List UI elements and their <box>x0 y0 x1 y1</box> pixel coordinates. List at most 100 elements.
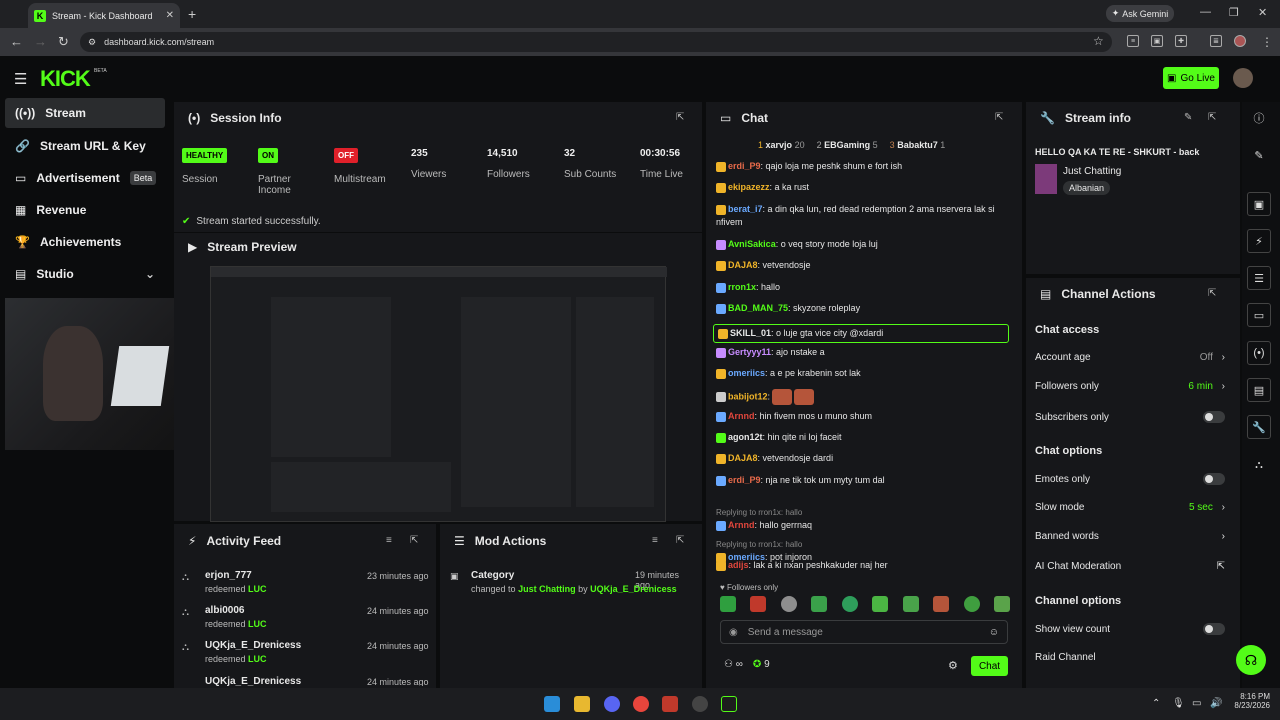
sidebar-item-advertisement[interactable]: ▭ Advertisement Beta <box>5 163 165 193</box>
sidebar-item-stream[interactable]: ((•)) Stream <box>5 98 165 128</box>
chat-username[interactable]: DAJA8 <box>728 260 758 270</box>
chat-username[interactable]: Gertyyy11 <box>728 347 771 357</box>
emote-icon[interactable] <box>902 596 919 612</box>
minimize-icon[interactable]: — <box>1200 6 1211 18</box>
sidebar-item-revenue[interactable]: ▦ Revenue <box>5 195 165 225</box>
emote-icon[interactable] <box>811 596 828 612</box>
chat-message[interactable]: omeriics: a e pe krabenin sot lak <box>716 367 1012 380</box>
chat-username[interactable]: SKILL_01 <box>730 328 771 338</box>
popout-icon[interactable]: ⇱ <box>995 112 1003 123</box>
chat-message[interactable]: erdi_P9: nja ne tik tok um myty tum dal <box>716 474 1012 487</box>
emotes-only-toggle[interactable] <box>1203 473 1225 485</box>
activity-icon[interactable]: ⛬ <box>1247 453 1271 477</box>
emote-icon[interactable] <box>780 596 797 612</box>
emote-icon[interactable] <box>933 596 950 612</box>
info-icon[interactable]: ⓘ <box>1247 106 1271 130</box>
list-icon[interactable]: ☰ <box>1247 266 1271 290</box>
show-view-count-toggle[interactable] <box>1203 623 1225 635</box>
extensions-puzzle-icon[interactable]: ✚ <box>1175 35 1187 47</box>
kick-logo[interactable]: KICK <box>40 66 91 92</box>
chat-message[interactable]: SKILL_01: o luje gta vice city @xdardi <box>713 324 1009 343</box>
chat-username[interactable]: omeriics <box>728 368 765 378</box>
chat-message[interactable]: adijs: lak a ki nxan peshkakuder naj her <box>716 559 1012 572</box>
emote-icon[interactable] <box>872 596 889 612</box>
chat-username[interactable]: BAD_MAN_75 <box>728 303 788 313</box>
followers-only-row[interactable]: Followers only 6 min › <box>1035 381 1225 392</box>
profile-icon[interactable] <box>1234 35 1246 47</box>
reload-icon[interactable]: ↻ <box>58 34 69 50</box>
chat-username[interactable]: adijs <box>728 560 749 570</box>
chat-gear-icon[interactable]: ⚙ <box>948 659 958 672</box>
file-explorer-icon[interactable] <box>574 696 590 712</box>
account-age-row[interactable]: Account age Off › <box>1035 352 1225 363</box>
banned-words-row[interactable]: Banned words › <box>1035 531 1225 542</box>
chat-username[interactable]: Arnnd <box>728 520 755 530</box>
network-icon[interactable]: ▭ <box>1192 698 1201 709</box>
wrench-icon[interactable]: 🔧 <box>1247 415 1271 439</box>
bookmark-star-icon[interactable]: ☆ <box>1093 34 1104 48</box>
app-icon[interactable] <box>662 696 678 712</box>
new-tab-icon[interactable]: + <box>188 6 196 22</box>
chat-message[interactable]: Arnnd: hin fivem mos u muno shum <box>716 410 1012 423</box>
site-info-icon[interactable]: ⚙ <box>88 37 96 48</box>
popout-icon[interactable]: ⇱ <box>1208 112 1216 123</box>
mic-icon[interactable]: 🎙 <box>1172 698 1185 709</box>
chat-message[interactable]: AvniSakica: o veq story mode loja luj <box>716 238 1012 251</box>
emoji-icon[interactable]: ☺ <box>989 627 999 638</box>
sidebar-item-studio[interactable]: ▤ Studio ⌄ <box>5 259 165 289</box>
filter-icon[interactable]: ≡ <box>386 535 392 546</box>
user-avatar[interactable] <box>1233 68 1253 88</box>
chrome-icon[interactable] <box>633 696 649 712</box>
hamburger-menu-icon[interactable]: ☰ <box>14 70 27 88</box>
ai-moderation-row[interactable]: AI Chat Moderation ⇱ <box>1035 561 1225 572</box>
tray-chevron-icon[interactable]: ⌃ <box>1152 698 1160 709</box>
emote-icon[interactable] <box>993 596 1010 612</box>
forward-icon[interactable]: → <box>34 34 47 49</box>
video-icon[interactable]: ▣ <box>1247 192 1271 216</box>
chat-settings-icon[interactable]: ◉ <box>729 627 738 638</box>
chat-icon[interactable]: ▭ <box>1247 303 1271 327</box>
browser-menu-icon[interactable]: ⋮ <box>1261 35 1273 49</box>
chat-message[interactable]: agon12t: hin qite ni loj faceit <box>716 431 1012 444</box>
chat-message[interactable]: DAJA8: vetvendosje dardi <box>716 452 1012 465</box>
chat-username[interactable]: ekipazezz <box>728 182 770 192</box>
raid-channel-row[interactable]: Raid Channel <box>1035 652 1225 663</box>
chat-username[interactable]: babijot12 <box>728 391 768 401</box>
shield-icon[interactable]: ▤ <box>1247 378 1271 402</box>
slow-mode-row[interactable]: Slow mode 5 sec › <box>1035 502 1225 513</box>
chat-username[interactable]: agon12t <box>728 432 763 442</box>
emote-icon[interactable] <box>750 596 767 612</box>
popout-icon[interactable]: ⇱ <box>410 535 418 546</box>
volume-icon[interactable]: 🔊 <box>1210 698 1222 709</box>
extension-icon[interactable]: ≡ <box>1127 35 1139 47</box>
media-controls-icon[interactable]: ≣ <box>1210 35 1222 47</box>
chat-username[interactable]: erdi_P9 <box>728 161 761 171</box>
emote-icon[interactable] <box>841 596 858 612</box>
popout-icon[interactable]: ⇱ <box>676 112 684 123</box>
app-icon[interactable] <box>692 696 708 712</box>
chat-message[interactable]: BAD_MAN_75: skyzone roleplay <box>716 302 1012 315</box>
popout-icon[interactable]: ⇱ <box>676 535 684 546</box>
close-tab-icon[interactable]: ✕ <box>166 10 174 21</box>
support-headset-icon[interactable]: ☊ <box>1236 645 1266 675</box>
chat-username[interactable]: AvniSakica <box>728 239 776 249</box>
maximize-icon[interactable]: ❐ <box>1229 6 1239 19</box>
browser-tab[interactable]: K Stream - Kick Dashboard ✕ <box>28 3 180 28</box>
broadcast-icon[interactable]: (•) <box>1247 341 1271 365</box>
emote-icon[interactable] <box>963 596 980 612</box>
chat-message[interactable]: rron1x: hallo <box>716 281 1012 294</box>
sidebar-item-stream-url-key[interactable]: 🔗 Stream URL & Key <box>5 131 165 161</box>
sidebar-item-achievements[interactable]: 🏆 Achievements <box>5 227 165 257</box>
discord-icon[interactable] <box>604 696 620 712</box>
chat-message[interactable]: Gertyyy11: ajo nstake a <box>716 346 1012 359</box>
chat-input[interactable]: ◉ Send a message ☺ <box>720 620 1008 644</box>
chat-username[interactable]: Arnnd <box>728 411 755 421</box>
chat-message[interactable]: Replying to rron1x: hallo Arnnd: hallo ge… <box>716 506 1012 532</box>
popout-icon[interactable]: ⇱ <box>1208 288 1216 299</box>
chat-message[interactable]: berat_i7: a din qka lun, red dead redemp… <box>716 203 1012 229</box>
chat-username[interactable]: rron1x <box>728 282 756 292</box>
close-window-icon[interactable]: ✕ <box>1258 6 1267 19</box>
chat-send-button[interactable]: Chat <box>971 656 1008 676</box>
chat-username[interactable]: erdi_P9 <box>728 475 761 485</box>
app-icon[interactable] <box>721 696 737 712</box>
